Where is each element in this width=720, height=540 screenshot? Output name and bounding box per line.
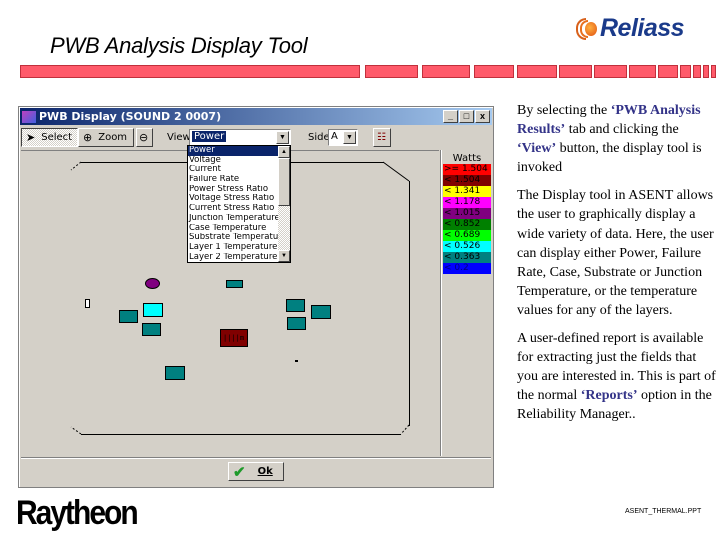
zoom-in-icon: ⊕ bbox=[83, 131, 93, 144]
stripe-segment bbox=[474, 65, 514, 78]
stripe-segment bbox=[422, 65, 470, 78]
stripe-segment bbox=[365, 65, 418, 78]
zoom-label: Zoom bbox=[98, 132, 128, 143]
stripe-segment bbox=[658, 65, 678, 78]
maximize-button[interactable]: □ bbox=[459, 110, 474, 123]
highlight-reports: ‘Reports’ bbox=[580, 388, 638, 404]
footer-filename: ASENT_THERMAL.PPT bbox=[625, 508, 702, 515]
legend-row: < 1.178 bbox=[443, 197, 491, 208]
stripe-segment bbox=[594, 65, 627, 78]
chevron-down-icon[interactable]: ▼ bbox=[276, 131, 289, 144]
component-teal-right-1[interactable] bbox=[286, 299, 305, 312]
stripe-segment bbox=[517, 65, 557, 78]
legend-row: < 1.341 bbox=[443, 186, 491, 197]
scroll-down-icon[interactable]: ▼ bbox=[278, 250, 290, 262]
stripe-segment bbox=[629, 65, 656, 78]
view-dropdown-list[interactable]: Power Voltage Current Failure Rate Power Str… bbox=[187, 145, 291, 263]
reliass-logo-icon bbox=[576, 16, 598, 42]
view-value: Power bbox=[192, 131, 227, 142]
side-select[interactable]: A ▼ bbox=[328, 129, 358, 146]
select-label: Select bbox=[41, 132, 73, 143]
description-paragraph-2: The Display tool in ASENT allows the use… bbox=[517, 188, 714, 318]
scroll-thumb[interactable] bbox=[278, 158, 290, 206]
report-button[interactable]: ☷ bbox=[373, 128, 391, 147]
dropdown-option[interactable]: Voltage Stress Ratio bbox=[188, 194, 279, 204]
legend-row: < 1.504 bbox=[443, 175, 491, 186]
stripe-segment bbox=[703, 65, 709, 78]
button-bar: ✔ Ok bbox=[21, 457, 491, 486]
legend-row: < 0.2 bbox=[443, 263, 491, 274]
description-text: By selecting the ‘PWB Analysis Results’ … bbox=[517, 101, 717, 434]
side-value: A bbox=[331, 131, 338, 142]
stripe-segment bbox=[20, 65, 360, 78]
component-teal-right-3[interactable] bbox=[311, 305, 331, 319]
window-title: PWB Display (SOUND 2 0007) bbox=[39, 110, 222, 123]
report-icon: ☷ bbox=[377, 132, 386, 143]
close-button[interactable]: x bbox=[475, 110, 490, 123]
component-teal-mid[interactable] bbox=[142, 323, 161, 336]
dropdown-option[interactable]: Layer 1 Temperature bbox=[188, 243, 279, 253]
dropdown-option[interactable]: Substrate Temperature bbox=[188, 233, 279, 243]
dropdown-option[interactable]: Junction Temperature bbox=[188, 214, 279, 224]
description-paragraph-3: A user-defined report is available for e… bbox=[517, 329, 717, 424]
highlight-view: ‘View’ bbox=[517, 141, 557, 157]
legend-rows: >= 1.504 < 1.504 < 1.341 < 1.178 < 1.015 < 0.… bbox=[441, 164, 493, 274]
component-teal-small-top[interactable] bbox=[226, 280, 243, 288]
dropdown-items: Power Voltage Current Failure Rate Power Str… bbox=[188, 146, 290, 262]
legend-row: < 0.852 bbox=[443, 219, 491, 230]
legend-row: < 1.015 bbox=[443, 208, 491, 219]
select-button[interactable]: ➤ Select bbox=[21, 128, 78, 147]
dropdown-option[interactable]: Layer 2 Temperature bbox=[188, 253, 279, 262]
dropdown-scrollbar[interactable]: ▲ ▼ bbox=[278, 146, 290, 262]
description-paragraph-1: By selecting the ‘PWB Analysis Results’ … bbox=[517, 101, 717, 177]
component-maroon[interactable]: ||||m bbox=[220, 329, 248, 347]
component-teal-bottom[interactable] bbox=[165, 366, 185, 380]
legend-row: < 0.526 bbox=[443, 241, 491, 252]
reliass-logo: Reliass bbox=[576, 14, 685, 43]
zoom-out-button[interactable]: ⊖ bbox=[136, 128, 153, 147]
zoom-in-button[interactable]: ⊕ Zoom bbox=[78, 128, 134, 147]
component-outline-small[interactable] bbox=[85, 299, 90, 308]
component-teal-left[interactable] bbox=[119, 310, 138, 323]
minimize-button[interactable]: _ bbox=[443, 110, 458, 123]
chevron-down-icon[interactable]: ▼ bbox=[343, 131, 356, 144]
dropdown-option[interactable]: Case Temperature bbox=[188, 224, 279, 234]
checkmark-icon: ✔ bbox=[233, 463, 246, 481]
app-icon bbox=[22, 110, 36, 123]
dropdown-option[interactable]: Current bbox=[188, 165, 279, 175]
text-span: By selecting the bbox=[517, 103, 611, 118]
component-teal-right-2[interactable] bbox=[287, 317, 306, 330]
slide-title: PWB Analysis Display Tool bbox=[50, 33, 308, 58]
scroll-up-icon[interactable]: ▲ bbox=[278, 146, 290, 158]
legend-row: < 0.689 bbox=[443, 230, 491, 241]
stripe-segment bbox=[559, 65, 592, 78]
stripe-segment bbox=[711, 65, 716, 78]
dropdown-option[interactable]: Voltage bbox=[188, 156, 279, 166]
component-purple-oval[interactable] bbox=[145, 278, 160, 289]
legend-title: Watts bbox=[452, 153, 482, 164]
dropdown-option[interactable]: Current Stress Ratio bbox=[188, 204, 279, 214]
dropdown-option[interactable]: Power Stress Ratio bbox=[188, 185, 279, 195]
stripe-segment bbox=[680, 65, 691, 78]
ok-label: Ok bbox=[257, 466, 273, 477]
legend-panel: Watts >= 1.504 < 1.504 < 1.341 < 1.178 < 1.0… bbox=[440, 150, 493, 456]
zoom-out-icon: ⊖ bbox=[139, 131, 149, 144]
component-cyan[interactable] bbox=[143, 303, 163, 317]
arrow-cursor-icon: ➤ bbox=[26, 131, 36, 144]
stripe-segment bbox=[693, 65, 701, 78]
window-titlebar[interactable]: PWB Display (SOUND 2 0007) _ □ x bbox=[20, 108, 492, 125]
dropdown-option[interactable]: Power bbox=[188, 146, 279, 156]
text-span: tab and clicking the bbox=[565, 122, 679, 138]
legend-row: < 0.363 bbox=[443, 252, 491, 263]
legend-row: >= 1.504 bbox=[443, 164, 491, 175]
component-tiny-marker bbox=[295, 360, 298, 362]
view-select[interactable]: Power ▼ bbox=[189, 129, 291, 146]
logo-text: Reliass bbox=[600, 14, 685, 42]
dropdown-option[interactable]: Failure Rate bbox=[188, 175, 279, 185]
ok-button[interactable]: ✔ Ok bbox=[228, 462, 284, 481]
raytheon-logo: Raytheon bbox=[16, 494, 139, 532]
